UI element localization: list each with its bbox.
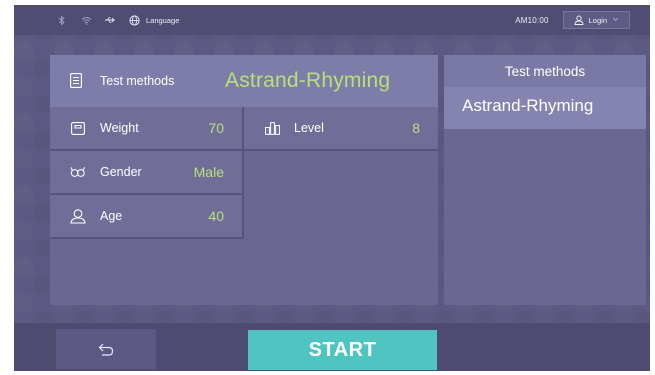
scale-icon bbox=[70, 120, 86, 136]
user-icon bbox=[574, 15, 584, 25]
language-label[interactable]: Language bbox=[146, 16, 179, 25]
weight-label: Weight bbox=[100, 121, 139, 135]
test-method-value: Astrand-Rhyming bbox=[225, 69, 391, 92]
method-list-title: Test methods bbox=[444, 55, 646, 87]
weight-value: 70 bbox=[208, 120, 224, 136]
test-method-label: Test methods bbox=[100, 74, 175, 88]
param-age[interactable]: Age 40 bbox=[50, 195, 244, 239]
back-button[interactable] bbox=[56, 329, 156, 369]
gender-label: Gender bbox=[100, 165, 142, 179]
globe-icon[interactable] bbox=[128, 14, 140, 26]
device-screen: Language AM10:00 Login Test methods Astr… bbox=[14, 5, 650, 371]
parameter-panel: Test methods Astrand-Rhyming Weight 70 L… bbox=[50, 55, 438, 305]
bottom-bar: START bbox=[14, 323, 650, 371]
start-button[interactable]: START bbox=[248, 330, 437, 370]
wifi-icon bbox=[80, 14, 92, 26]
level-value: 8 bbox=[412, 120, 420, 136]
level-label: Level bbox=[294, 121, 324, 135]
clock: AM10:00 bbox=[515, 15, 549, 25]
chevron-down-icon bbox=[612, 17, 619, 24]
document-icon bbox=[70, 73, 84, 89]
method-list-panel: Test methods Astrand-Rhyming bbox=[444, 55, 646, 305]
test-method-row[interactable]: Test methods Astrand-Rhyming bbox=[50, 55, 438, 107]
status-icons: Language bbox=[56, 14, 179, 26]
bar-chart-icon bbox=[264, 120, 280, 136]
age-label: Age bbox=[100, 209, 123, 223]
age-value: 40 bbox=[208, 208, 224, 224]
gender-value: Male bbox=[193, 164, 224, 180]
status-bar: Language AM10:00 Login bbox=[14, 5, 650, 35]
back-arrow-icon bbox=[98, 343, 114, 356]
login-button[interactable]: Login bbox=[562, 11, 630, 29]
param-gender[interactable]: Gender Male bbox=[50, 151, 244, 195]
usb-icon bbox=[104, 14, 116, 26]
bluetooth-icon bbox=[56, 14, 68, 26]
param-level[interactable]: Level 8 bbox=[244, 107, 438, 151]
param-weight[interactable]: Weight 70 bbox=[50, 107, 244, 151]
person-icon bbox=[70, 208, 86, 224]
method-list-item[interactable]: Astrand-Rhyming bbox=[444, 87, 646, 129]
login-label: Login bbox=[588, 15, 607, 25]
gender-icon bbox=[70, 164, 86, 180]
